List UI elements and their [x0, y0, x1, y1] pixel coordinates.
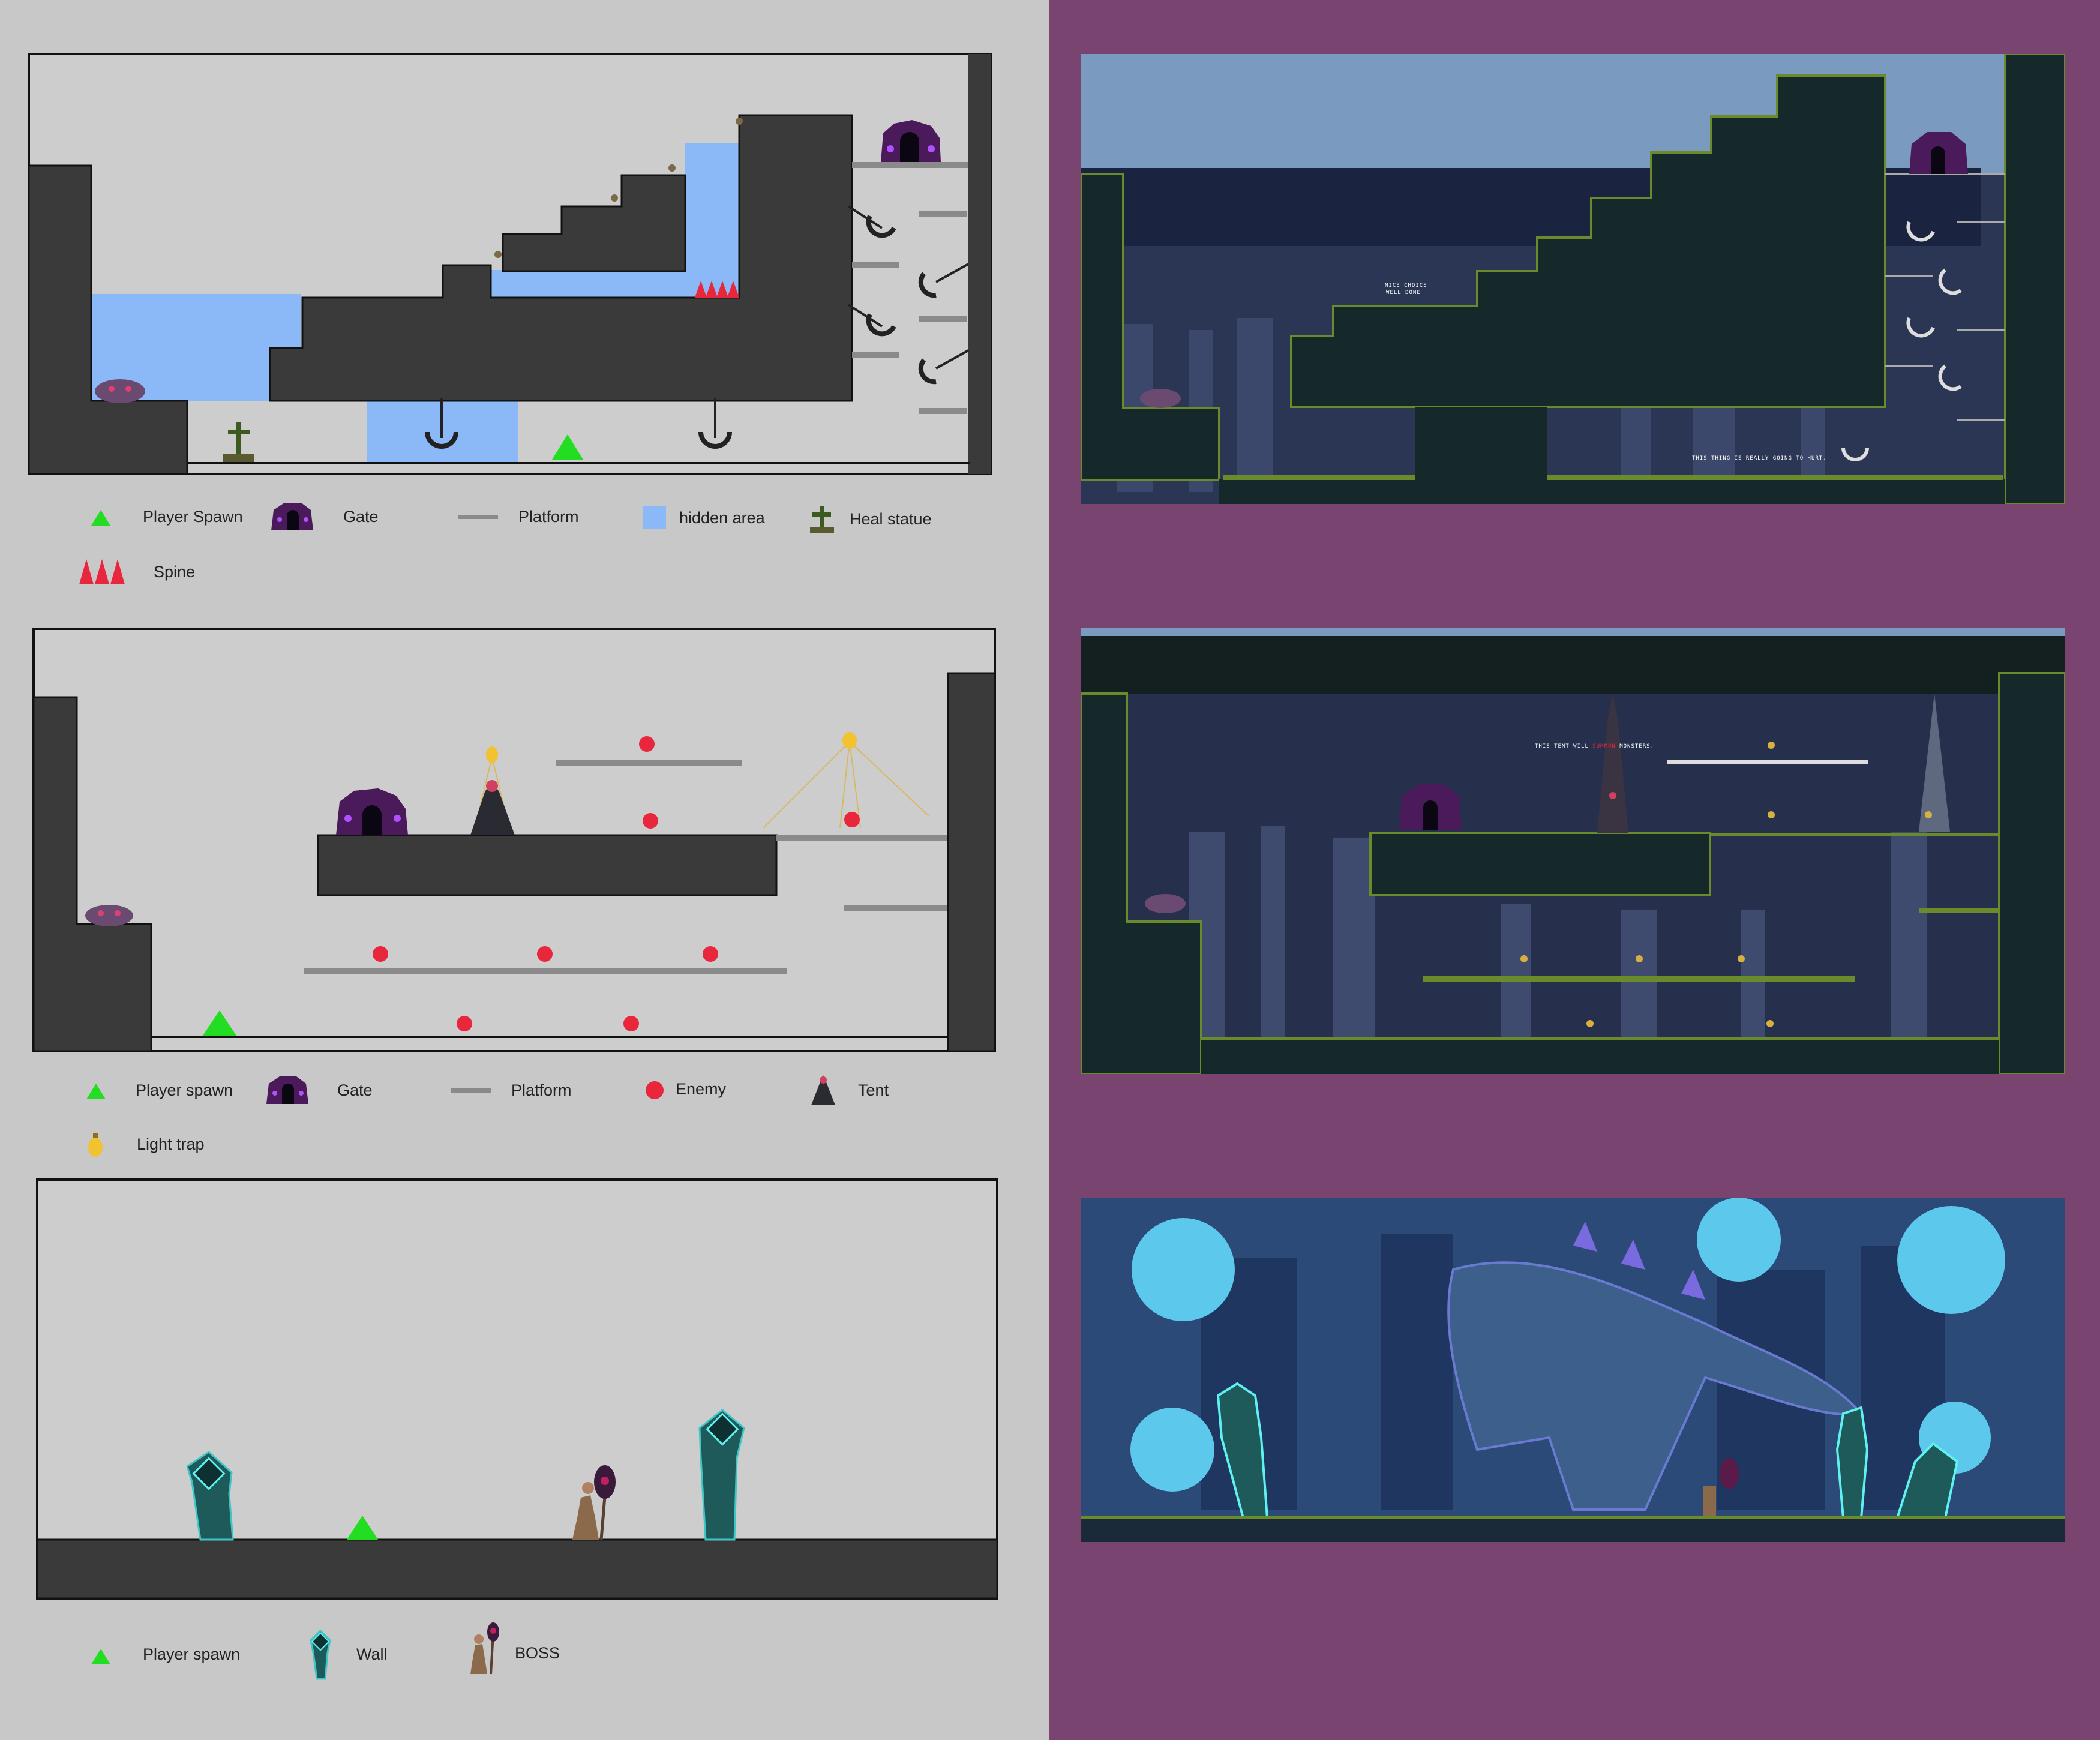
tent-icon [811, 1075, 835, 1105]
ground-floor [36, 1538, 998, 1600]
platform [852, 262, 899, 268]
level3-layout-map [36, 1178, 998, 1600]
legend-light-trap: Light trap [137, 1135, 205, 1153]
floor-line [151, 1036, 949, 1038]
platform [919, 408, 967, 414]
right-wall [968, 54, 991, 474]
terrain-right-wall [2004, 54, 2065, 504]
creature-icon [95, 379, 145, 403]
legend-wall: Wall [356, 1645, 388, 1663]
level2-game-screenshot: THIS TENT WILL SUMMON MONSTERS. [1081, 628, 2065, 1074]
light-trap-icon [88, 1133, 103, 1157]
platform [776, 835, 947, 841]
floor-line [187, 462, 970, 464]
legend-tent: Tent [858, 1081, 889, 1099]
platform-icon [458, 515, 498, 519]
arena-floor [1081, 1518, 2065, 1542]
svg-text:THIS TENT WILL SUMMON MONSTERS: THIS TENT WILL SUMMON MONSTERS. [1535, 743, 1654, 749]
central-block [317, 834, 778, 896]
spine-icon [79, 559, 125, 584]
hint-nice-choice: NICE CHOICE [1385, 283, 1427, 289]
central-block [1369, 832, 1711, 896]
hidden-area [685, 143, 739, 300]
player-spawn-icon [91, 1649, 110, 1664]
legend-player-spawn: Player spawn [143, 1645, 241, 1663]
creature-icon [85, 905, 133, 926]
terrain-floor [1219, 479, 2005, 504]
gate-icon [271, 503, 313, 530]
platform-icon [451, 1088, 491, 1093]
level2-layout-map [32, 628, 996, 1052]
terrain-right-wall [1998, 672, 2065, 1074]
enemy-icon [646, 1081, 664, 1099]
hint-hurt: THIS THING IS REALLY GOING TO HURT. [1692, 455, 1827, 461]
legend-gate: Gate [343, 508, 379, 526]
platform [919, 211, 967, 217]
terrain-floor [1201, 1039, 1999, 1074]
boss-arena-screenshot [1081, 1198, 2065, 1542]
legend-player-spawn: Player spawn [136, 1081, 233, 1099]
legend-player-spawn: Player Spawn [143, 508, 243, 526]
platform [919, 316, 967, 322]
legend-heal-statue: Heal statue [850, 510, 932, 528]
level1-layout-map [28, 53, 992, 475]
legend-spine: Spine [154, 563, 196, 581]
gate-icon [266, 1076, 308, 1104]
creature-icon [1140, 389, 1181, 408]
player-spawn-icon [91, 510, 110, 526]
legend-enemy: Enemy [676, 1080, 727, 1098]
legend-platform: Platform [518, 508, 579, 526]
hidden-area-icon [643, 506, 666, 529]
legend-gate: Gate [337, 1081, 373, 1099]
legend-boss: BOSS [515, 1644, 560, 1662]
boss-icon [470, 1622, 499, 1675]
platform [852, 162, 968, 168]
player-spawn-icon [86, 1084, 106, 1099]
legend-platform: Platform [511, 1081, 572, 1099]
wall-icon [310, 1629, 331, 1680]
level1-game-screenshot: NICE CHOICE WELL DONE THIS THING IS REAL… [1081, 54, 2065, 504]
hint-well-done: WELL DONE [1386, 290, 1421, 296]
platform [852, 352, 899, 358]
hint-tent-summon: SUMMON [1592, 743, 1616, 749]
platform [556, 760, 742, 766]
creature-icon [1145, 894, 1186, 913]
hint-tent-post: MONSTERS. [1616, 743, 1654, 749]
legend-hidden-area: hidden area [679, 509, 765, 527]
heal-statue-icon [810, 506, 834, 533]
right-wall-terrain [947, 672, 996, 1052]
hint-tent-pre: THIS TENT WILL [1535, 743, 1592, 749]
platform [304, 968, 787, 974]
platform [844, 905, 947, 911]
